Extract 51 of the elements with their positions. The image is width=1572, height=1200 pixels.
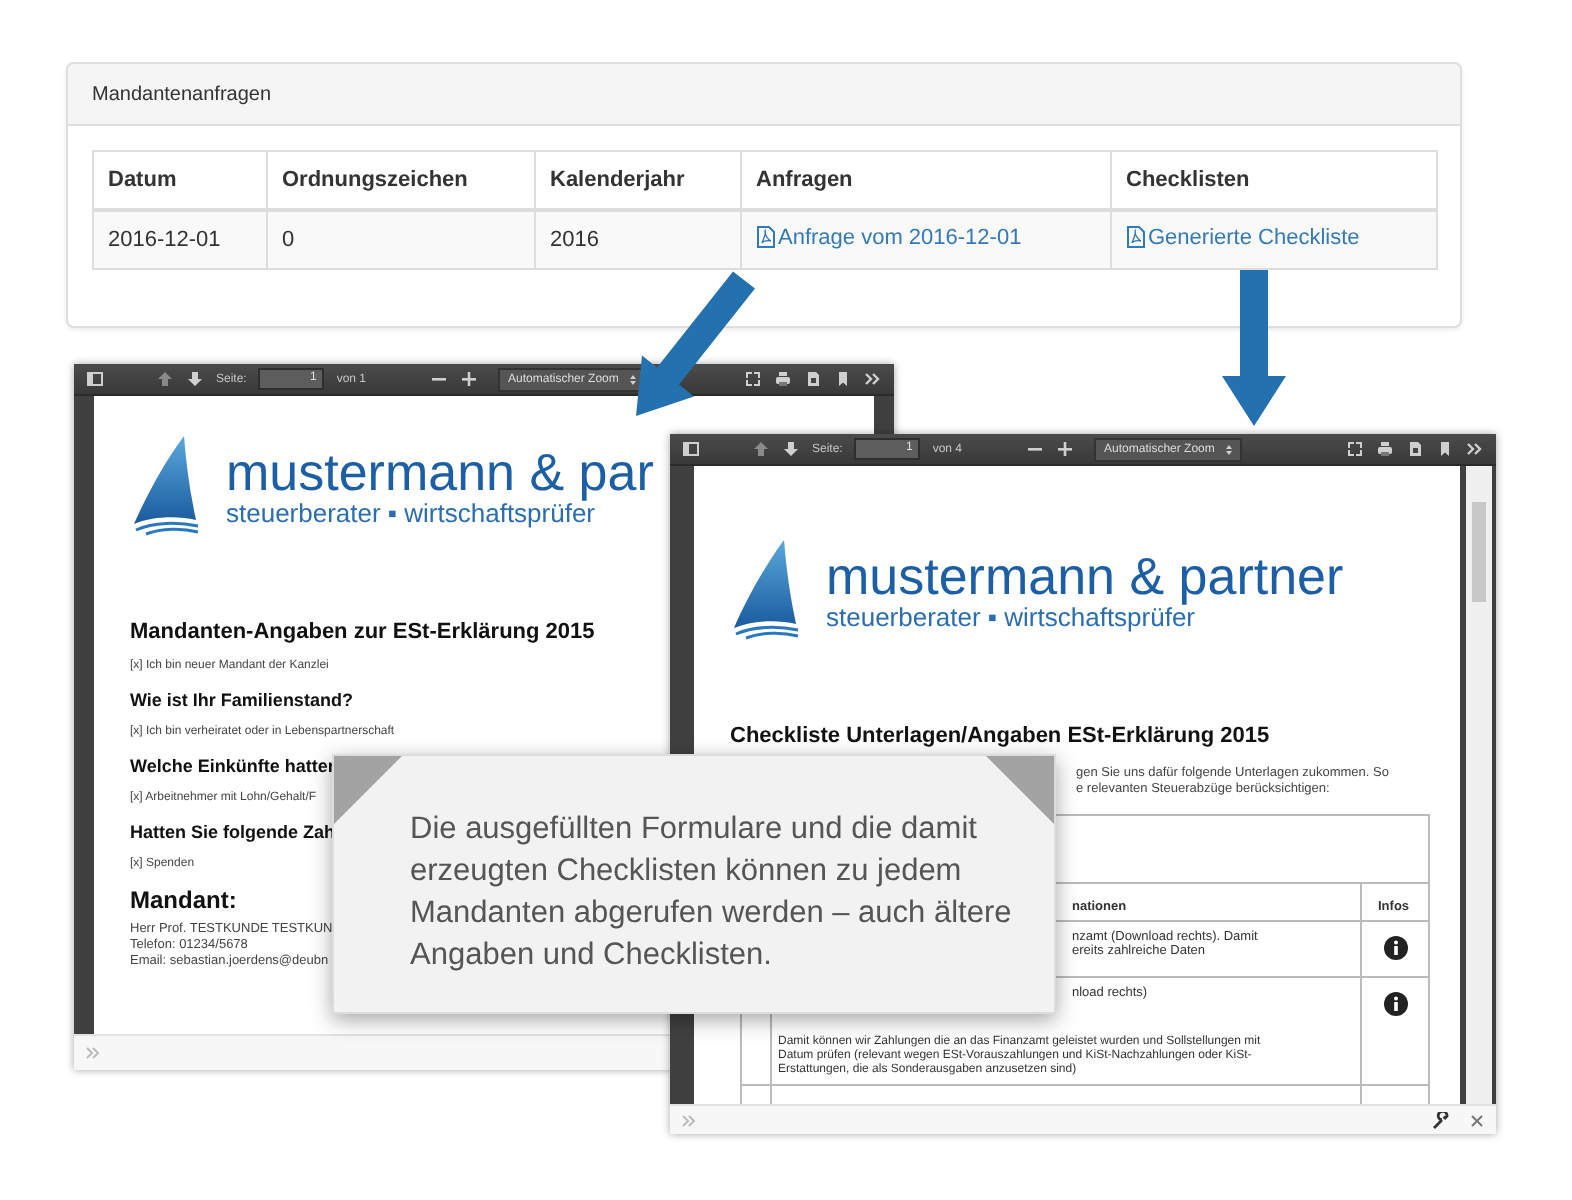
logo-wordmark: mustermann & partner: [826, 548, 1344, 604]
double-chevron-icon[interactable]: [864, 370, 882, 388]
table-cell: 2016-12-01: [93, 210, 267, 269]
sidebar-toggle-icon[interactable]: [682, 440, 700, 458]
arrow-up-icon[interactable]: [752, 440, 770, 458]
pdf-file-icon: [1126, 226, 1146, 249]
column-header: Datum: [93, 151, 267, 210]
arrow-down-icon[interactable]: [782, 440, 800, 458]
section-heading: Mandant:: [130, 886, 237, 914]
arrow-up-icon[interactable]: [156, 370, 174, 388]
double-chevron-icon[interactable]: [1466, 440, 1484, 458]
column-header: Anfragen: [741, 151, 1111, 210]
table-cell: 0: [267, 210, 535, 269]
fullscreen-icon[interactable]: [1346, 440, 1364, 458]
wrench-icon[interactable]: [1432, 1111, 1450, 1129]
close-icon[interactable]: [1470, 1113, 1484, 1127]
document-title: Checkliste Unterlagen/Angaben ESt-Erklärung 2015: [730, 724, 1270, 748]
pdf-link[interactable]: Generierte Checkliste: [1126, 225, 1360, 250]
panel-title: Mandantenanfragen: [92, 83, 272, 105]
table-cell: 2016: [535, 210, 741, 269]
document-icon[interactable]: [1406, 440, 1424, 458]
pdf-link[interactable]: Anfrage vom 2016-12-01: [756, 225, 1022, 250]
scrollbar[interactable]: [1466, 466, 1492, 1104]
sailboat-logo: [130, 436, 202, 536]
document-icon[interactable]: [804, 370, 822, 388]
logo-wordmark: mustermann & par: [226, 444, 654, 500]
bookmark-icon[interactable]: [1436, 440, 1454, 458]
caret-icon: [1226, 443, 1233, 455]
column-header: Checklisten: [1111, 151, 1437, 210]
column-header: Kalenderjahr: [535, 151, 741, 210]
print-icon[interactable]: [1376, 440, 1394, 458]
bookmark-icon[interactable]: [834, 370, 852, 388]
logo-tagline: steuerberater ▪ wirtschaftsprüfer: [826, 604, 1196, 632]
column-header: Ordnungszeichen: [267, 151, 535, 210]
info-icon[interactable]: [1383, 992, 1407, 1016]
zoom-in-icon[interactable]: [1056, 440, 1075, 458]
callout-text: Die ausgefüllten Formulare und die damit erzeugten Checklisten können zu jedem Mandanten abgerufen werden – auch ältere Angaben und Checklisten.: [410, 810, 1014, 976]
pdf-file-icon: [756, 226, 776, 249]
info-icon[interactable]: [1383, 936, 1407, 960]
question-heading: Welche Einkünfte hatter: [130, 756, 335, 776]
fullscreen-icon[interactable]: [744, 370, 762, 388]
corner-fold-icon: [334, 756, 402, 824]
arrow-down-icon[interactable]: [186, 370, 204, 388]
sidebar-toggle-icon[interactable]: [86, 370, 104, 388]
corner-fold-icon: [986, 756, 1054, 824]
zoom-in-icon[interactable]: [460, 370, 479, 388]
document-title: Mandanten-Angaben zur ESt-Erklärung 2015: [130, 620, 595, 644]
print-icon[interactable]: [774, 370, 792, 388]
question-heading: Wie ist Ihr Familienstand?: [130, 690, 353, 710]
logo-tagline: steuerberater ▪ wirtschaftsprüfer: [226, 500, 596, 528]
sailboat-logo: [730, 540, 802, 640]
